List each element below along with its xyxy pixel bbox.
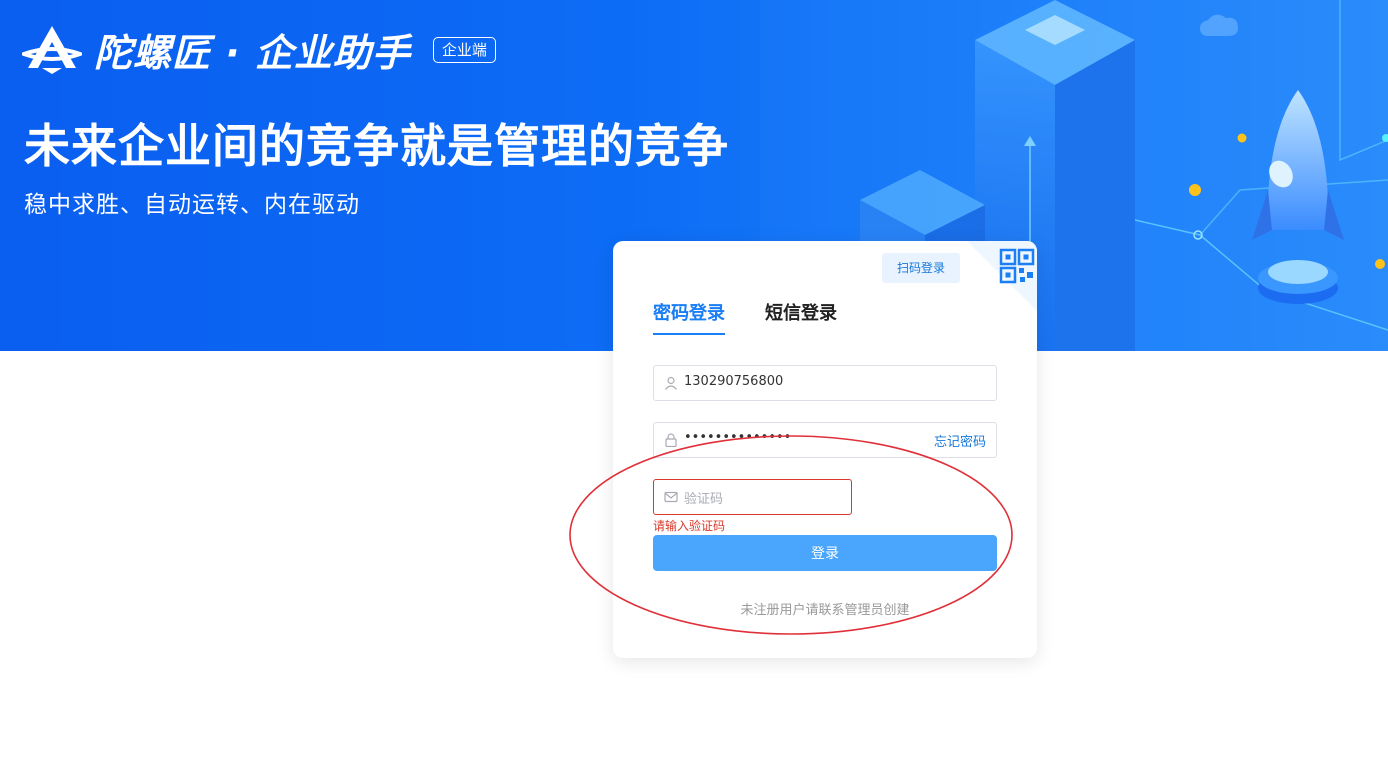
mail-icon — [664, 491, 678, 503]
login-tabs: 密码登录 短信登录 — [653, 299, 877, 335]
brand-badge: 企业端 — [432, 36, 496, 63]
user-icon — [665, 376, 677, 390]
captcha-placeholder: 验证码 — [684, 492, 724, 507]
captcha-error-message: 请输入验证码 — [653, 519, 726, 533]
password-value: •••••••••••••• — [684, 430, 792, 445]
username-value: 130290756800 — [684, 374, 784, 389]
captcha-field[interactable]: 验证码 — [653, 479, 852, 515]
brand-logo: 陀螺匠 · 企业助手 企业端 — [22, 22, 496, 77]
username-field[interactable]: 130290756800 — [653, 365, 997, 401]
brand-name: 陀螺匠 · 企业助手 — [94, 31, 411, 75]
tab-sms-login[interactable]: 短信登录 — [765, 299, 837, 335]
hero-subline: 稳中求胜、自动运转、内在驱动 — [24, 192, 360, 218]
login-button[interactable]: 登录 — [653, 535, 997, 571]
login-card: 扫码登录 密码登录 短信登录 130290756800 ••••••••••••… — [613, 241, 1037, 658]
lock-icon — [665, 433, 677, 447]
forgot-password-link[interactable]: 忘记密码 — [934, 431, 986, 450]
tab-password-login[interactable]: 密码登录 — [653, 299, 725, 335]
qr-code-icon[interactable] — [967, 241, 1037, 311]
hero-headline: 未来企业间的竞争就是管理的竞争 — [24, 119, 729, 173]
logo-mark-icon — [22, 25, 82, 74]
qr-login-tip[interactable]: 扫码登录 — [882, 253, 960, 283]
password-field[interactable]: •••••••••••••• 忘记密码 — [653, 422, 997, 458]
register-note: 未注册用户请联系管理员创建 — [740, 603, 910, 618]
